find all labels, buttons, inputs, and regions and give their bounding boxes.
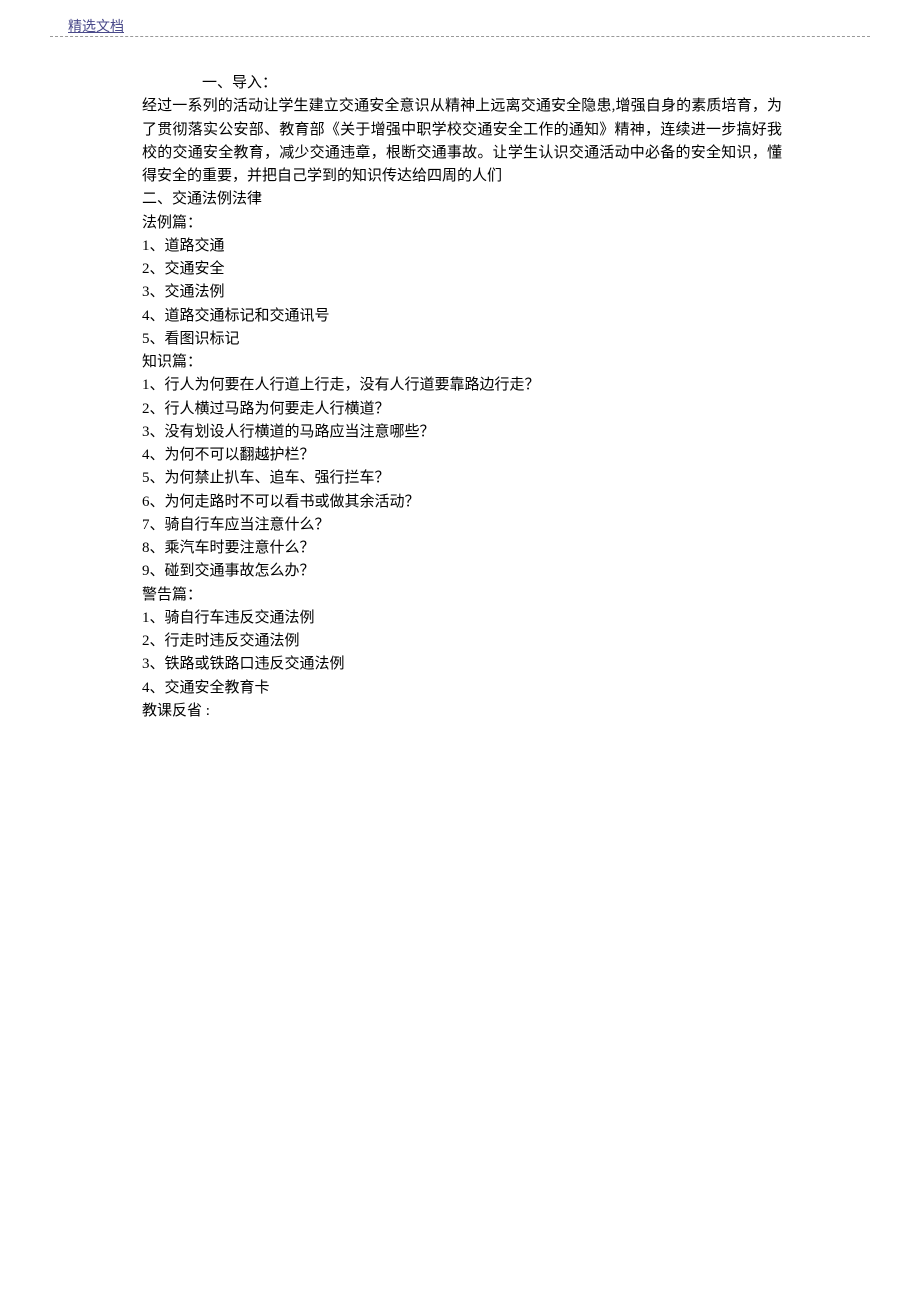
list-item: 7、骑自行车应当注意什么？ [142,514,782,537]
list-item: 3、没有划设人行横道的马路应当注意哪些？ [142,421,782,444]
list-item: 5、看图识标记 [142,328,782,351]
section1-heading: 一、导入： [142,72,782,95]
list-item: 2、交通安全 [142,258,782,281]
sub2-title: 知识篇： [142,351,782,374]
section2-heading: 二、交通法例法律 [142,188,782,211]
list-item: 2、行走时违反交通法例 [142,630,782,653]
list-item: 9、碰到交通事故怎么办？ [142,560,782,583]
sub3-title: 警告篇： [142,584,782,607]
list-item: 1、骑自行车违反交通法例 [142,607,782,630]
list-item: 4、交通安全教育卡 [142,677,782,700]
header-link[interactable]: 精选文档 [68,16,124,36]
list-item: 2、行人横过马路为何要走人行横道？ [142,398,782,421]
list-item: 5、为何禁止扒车、追车、强行拦车？ [142,467,782,490]
footer-label: 教课反省 : [142,700,782,723]
list-item: 8、乘汽车时要注意什么？ [142,537,782,560]
document-content: 一、导入： 经过一系列的活动让学生建立交通安全意识从精神上远离交通安全隐患,增强… [142,72,782,723]
list-item: 3、交通法例 [142,281,782,304]
sub1-title: 法例篇： [142,212,782,235]
list-item: 6、为何走路时不可以看书或做其余活动？ [142,491,782,514]
list-item: 4、道路交通标记和交通讯号 [142,305,782,328]
list-item: 1、道路交通 [142,235,782,258]
section1-paragraph: 经过一系列的活动让学生建立交通安全意识从精神上远离交通安全隐患,增强自身的素质培… [142,95,782,188]
list-item: 1、行人为何要在人行道上行走，没有人行道要靠路边行走？ [142,374,782,397]
divider-line [50,36,870,37]
list-item: 4、为何不可以翻越护栏？ [142,444,782,467]
list-item: 3、铁路或铁路口违反交通法例 [142,653,782,676]
